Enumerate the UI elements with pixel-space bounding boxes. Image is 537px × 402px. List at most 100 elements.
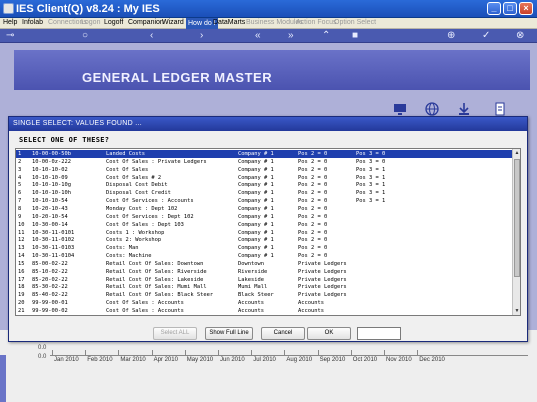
row-description: Retail Cost Of Sales: Mumi Mall bbox=[106, 284, 207, 291]
menu-item[interactable]: Help bbox=[3, 19, 17, 26]
row-index: 14 bbox=[18, 253, 25, 260]
row-company: Company # 1 bbox=[238, 229, 274, 236]
list-item[interactable]: 3 10-10-10-02 Cost Of Sales Company # 1 Pos … bbox=[16, 166, 513, 174]
magnify-icon[interactable]: ○ bbox=[82, 30, 88, 42]
double-left-icon[interactable]: « bbox=[255, 30, 261, 42]
cancel-button[interactable]: Cancel bbox=[261, 327, 305, 340]
timeline-month-label: Mar 2010 bbox=[120, 357, 146, 363]
list-item[interactable]: 19 85-40-02-22 Retail Cost Of Sales: Black… bbox=[16, 291, 513, 299]
plus-icon[interactable]: ⊕ bbox=[447, 30, 455, 42]
row-index: 21 bbox=[18, 308, 25, 314]
scroll-thumb[interactable] bbox=[514, 159, 520, 277]
timeline-tick bbox=[251, 350, 253, 355]
list-item[interactable]: 14 10-30-11-0104 Costs: Machine Company # 1… bbox=[16, 252, 513, 260]
row-description: Cost Of Sales : Accounts bbox=[106, 308, 184, 314]
row-company: Company # 1 bbox=[238, 221, 274, 228]
list-item[interactable]: 4 10-10-10-09 Cost Of Sales # 2 Company # 1… bbox=[16, 174, 513, 182]
row-description: Disposal Cost Debit bbox=[106, 182, 168, 189]
row-pos2: Pos 2 = 0 bbox=[298, 205, 328, 212]
row-code: 85-30-02-22 bbox=[32, 284, 68, 291]
monitor-icon[interactable] bbox=[393, 102, 407, 116]
row-code: 10-10-10-10h bbox=[32, 190, 71, 197]
row-pos3: Pos 3 = 1 bbox=[356, 190, 386, 197]
row-code: 10-10-10-54 bbox=[32, 198, 68, 205]
scroll-up-icon[interactable]: ▲ bbox=[513, 149, 520, 157]
up-icon[interactable]: ⌃ bbox=[322, 30, 330, 42]
list-item[interactable]: 13 10-30-11-0103 Costs: Man Company # 1 Pos … bbox=[16, 244, 513, 252]
dialog-title: SINGLE SELECT: VALUES FOUND ... bbox=[9, 117, 527, 131]
row-index: 1 bbox=[18, 151, 22, 157]
row-pos2: Private Ledgers bbox=[298, 260, 347, 267]
menu-item[interactable]: Logoff bbox=[104, 19, 123, 26]
values-list[interactable]: 1 10-00-00-50b Landed Costs Company # 1 Pos … bbox=[15, 148, 521, 316]
list-item[interactable]: 7 10-10-10-54 Cost Of Services : Accounts C… bbox=[16, 197, 513, 205]
selection-field[interactable] bbox=[357, 327, 401, 340]
row-code: 10-20-10-43 bbox=[32, 205, 68, 212]
globe-icon[interactable] bbox=[425, 102, 439, 116]
close-window-button[interactable]: × bbox=[519, 2, 533, 15]
timeline-month-label: Feb 2010 bbox=[87, 357, 113, 363]
document-icon[interactable] bbox=[493, 102, 507, 116]
list-item[interactable]: 18 85-30-02-22 Retail Cost Of Sales: Mumi … bbox=[16, 283, 513, 291]
row-pos3: Pos 3 = 1 bbox=[356, 182, 386, 189]
list-item[interactable]: 17 85-20-02-22 Retail Cost Of Sales: Lakes… bbox=[16, 276, 513, 284]
list-item[interactable]: 5 10-10-10-10g Disposal Cost Debit Company … bbox=[16, 181, 513, 189]
row-company: Company # 1 bbox=[238, 237, 274, 244]
row-pos2: Pos 2 = 0 bbox=[298, 221, 328, 228]
list-item[interactable]: 16 85-10-02-22 Retail Cost Of Sales: River… bbox=[16, 268, 513, 276]
list-item[interactable]: 21 99-99-00-02 Cost Of Sales : Accounts Acc… bbox=[16, 307, 513, 315]
row-company: Company # 1 bbox=[238, 253, 274, 260]
list-item[interactable]: 9 10-20-10-54 Cost Of Services : Dept 102 C… bbox=[16, 213, 513, 221]
row-pos2: Pos 2 = 0 bbox=[298, 198, 328, 205]
row-company: Lakeside bbox=[238, 276, 264, 283]
row-code: 10-30-00-14 bbox=[32, 221, 68, 228]
timeline-month-label: Apr 2010 bbox=[153, 357, 178, 363]
list-item[interactable]: 20 99-99-00-01 Cost Of Sales : Accounts Acc… bbox=[16, 299, 513, 307]
right-arrow-icon[interactable]: › bbox=[200, 30, 203, 42]
row-description: Costs: Man bbox=[106, 245, 139, 252]
close-icon[interactable]: ⊗ bbox=[516, 30, 524, 42]
row-pos3: Pos 3 = 1 bbox=[356, 166, 386, 173]
row-index: 3 bbox=[18, 166, 22, 173]
left-arrow-icon[interactable]: ‹ bbox=[150, 30, 153, 42]
list-item[interactable]: 10 10-30-00-14 Cost Of Sales : Dept 103 Com… bbox=[16, 221, 513, 229]
row-index: 13 bbox=[18, 245, 25, 252]
menu-item[interactable]: Wizard bbox=[162, 19, 184, 26]
timeline-tick bbox=[52, 350, 53, 355]
show-full-line-button[interactable]: Show Full Line bbox=[205, 327, 253, 340]
row-description: Cost Of Sales : Dept 103 bbox=[106, 221, 184, 228]
row-company: Riverside bbox=[238, 268, 268, 275]
list-item[interactable]: 8 10-20-10-43 Monday Cost : Dept 102 Compan… bbox=[16, 205, 513, 213]
list-item[interactable]: 12 10-30-11-0102 Costs 2: Workshop Company … bbox=[16, 236, 513, 244]
list-item[interactable]: 15 85-00-02-22 Retail Cost Of Sales: Downt… bbox=[16, 260, 513, 268]
menu-item[interactable]: Companion bbox=[128, 19, 164, 26]
stop-icon[interactable]: ■ bbox=[352, 30, 358, 42]
row-index: 19 bbox=[18, 292, 25, 299]
select-all-button[interactable]: Select ALL bbox=[153, 327, 197, 340]
key-icon[interactable]: ⊸ bbox=[6, 30, 14, 42]
row-pos2: Pos 2 = 0 bbox=[298, 253, 328, 260]
list-item[interactable]: 11 10-30-11-0101 Costs 1 : Workshop Company… bbox=[16, 229, 513, 237]
minimize-button[interactable]: _ bbox=[487, 2, 501, 15]
maximize-button[interactable]: □ bbox=[503, 2, 517, 15]
scroll-down-icon[interactable]: ▼ bbox=[513, 307, 520, 315]
menu-item[interactable]: Infolab bbox=[22, 19, 43, 26]
row-code: 85-00-02-22 bbox=[32, 260, 68, 267]
row-company: Mumi Mall bbox=[238, 284, 268, 291]
list-scrollbar[interactable]: ▲ ▼ bbox=[512, 149, 520, 315]
row-index: 9 bbox=[18, 213, 22, 220]
row-pos2: Pos 2 = 0 bbox=[298, 151, 328, 157]
double-right-icon[interactable]: » bbox=[288, 30, 294, 42]
row-code: 85-40-02-22 bbox=[32, 292, 68, 299]
row-description: Cost Of Services : Dept 102 bbox=[106, 213, 194, 220]
row-code: 10-30-11-0102 bbox=[32, 237, 75, 244]
download-icon[interactable] bbox=[457, 102, 471, 116]
list-item[interactable]: 1 10-00-00-50b Landed Costs Company # 1 Pos … bbox=[16, 150, 513, 158]
list-item[interactable]: 2 10-00-0z-222 Cost Of Sales : Private Led… bbox=[16, 158, 513, 166]
list-item[interactable]: 6 10-10-10-10h Disposal Cost Credit Company… bbox=[16, 189, 513, 197]
timeline-tick bbox=[151, 350, 153, 355]
ok-button[interactable]: OK bbox=[307, 327, 351, 340]
check-icon[interactable]: ✓ bbox=[482, 30, 490, 42]
title-bar[interactable]: IES Client(Q) v8.24 : My IES _ □ × bbox=[0, 0, 537, 18]
menu-item[interactable]: DataMarts bbox=[213, 19, 245, 26]
